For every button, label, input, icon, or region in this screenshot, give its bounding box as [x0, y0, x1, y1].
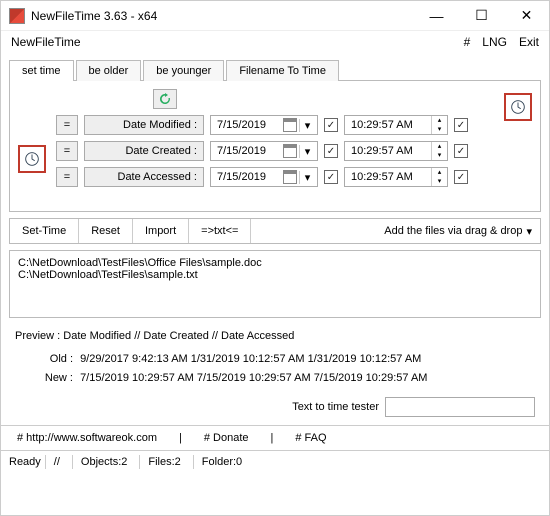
spinner-created[interactable]: ▴▾ — [431, 142, 447, 160]
maximize-button[interactable]: ☐ — [459, 1, 504, 31]
clock-icon-right[interactable] — [504, 93, 532, 121]
spinner-modified[interactable]: ▴▾ — [431, 116, 447, 134]
refresh-button[interactable] — [153, 89, 177, 109]
menu-exit[interactable]: Exit — [519, 35, 539, 49]
spinner-accessed[interactable]: ▴▾ — [431, 168, 447, 186]
menu-lng[interactable]: LNG — [482, 35, 507, 49]
chevron-down-icon: ▾ — [526, 225, 532, 238]
row-date-created: = Date Created : 7/15/2019 ▾ ✓ 10:29:57 … — [56, 141, 530, 161]
export-txt-button[interactable]: =>txt<= — [189, 219, 251, 243]
time-created-input[interactable]: 10:29:57 AM ▴▾ — [344, 141, 448, 161]
checkbox-date-accessed[interactable]: ✓ — [324, 170, 338, 184]
link-website[interactable]: # http://www.softwareok.com — [9, 430, 165, 446]
checkbox-time-created[interactable]: ✓ — [454, 144, 468, 158]
checkbox-time-accessed[interactable]: ✓ — [454, 170, 468, 184]
tab-be-older[interactable]: be older — [76, 60, 142, 81]
titlebar: NewFileTime 3.63 - x64 — ☐ ✕ — [1, 1, 549, 31]
tab-be-younger[interactable]: be younger — [143, 60, 224, 81]
menubar: NewFileTime # LNG Exit — [1, 31, 549, 53]
list-item[interactable]: C:\NetDownload\TestFiles\sample.txt — [18, 269, 532, 281]
old-label: Old : — [33, 350, 73, 369]
label-date-created: Date Created : — [84, 141, 204, 161]
action-toolbar: Set-Time Reset Import =>txt<= Add the fi… — [9, 218, 541, 244]
checkbox-time-modified[interactable]: ✓ — [454, 118, 468, 132]
minimize-button[interactable]: — — [414, 1, 459, 31]
date-created-input[interactable]: 7/15/2019 ▾ — [210, 141, 318, 161]
list-item[interactable]: C:\NetDownload\TestFiles\Office Files\sa… — [18, 257, 532, 269]
drag-drop-label: Add the files via drag & drop — [384, 225, 522, 237]
eq-created[interactable]: = — [56, 141, 78, 161]
calendar-icon — [283, 144, 297, 158]
menu-app-name[interactable]: NewFileTime — [11, 35, 464, 49]
drag-drop-menu[interactable]: Add the files via drag & drop ▾ — [376, 225, 540, 238]
calendar-icon — [283, 118, 297, 132]
calendar-icon — [283, 170, 297, 184]
time-accessed-value: 10:29:57 AM — [351, 171, 431, 183]
chevron-down-icon[interactable]: ▾ — [299, 171, 315, 184]
date-modified-value: 7/15/2019 — [217, 119, 283, 131]
checkbox-date-created[interactable]: ✓ — [324, 144, 338, 158]
status-objects: Objects:2 — [72, 455, 135, 469]
old-values: 9/29/2017 9:42:13 AM 1/31/2019 10:12:57 … — [80, 353, 421, 365]
clock-icon-left[interactable] — [18, 145, 46, 173]
eq-modified[interactable]: = — [56, 115, 78, 135]
tab-strip: set time be older be younger Filename To… — [9, 59, 541, 81]
checkbox-date-modified[interactable]: ✓ — [324, 118, 338, 132]
label-date-accessed: Date Accessed : — [84, 167, 204, 187]
text-to-time-input[interactable] — [385, 397, 535, 417]
text-to-time-label: Text to time tester — [292, 401, 379, 413]
app-icon — [9, 8, 25, 24]
status-bar: Ready // Objects:2 Files:2 Folder:0 — [1, 451, 549, 473]
row-date-modified: = Date Modified : 7/15/2019 ▾ ✓ 10:29:57… — [56, 115, 530, 135]
date-accessed-value: 7/15/2019 — [217, 171, 283, 183]
date-created-value: 7/15/2019 — [217, 145, 283, 157]
time-modified-input[interactable]: 10:29:57 AM ▴▾ — [344, 115, 448, 135]
set-time-button[interactable]: Set-Time — [10, 219, 79, 243]
date-accessed-input[interactable]: 7/15/2019 ▾ — [210, 167, 318, 187]
time-created-value: 10:29:57 AM — [351, 145, 431, 157]
preview-header: Preview : Date Modified // Date Created … — [1, 326, 549, 346]
chevron-down-icon[interactable]: ▾ — [299, 119, 315, 132]
link-bar: # http://www.softwareok.com | # Donate |… — [1, 425, 549, 451]
chevron-down-icon[interactable]: ▾ — [299, 145, 315, 158]
preview-values: Old : 9/29/2017 9:42:13 AM 1/31/2019 10:… — [1, 346, 549, 393]
status-sep: // — [45, 455, 68, 469]
new-label: New : — [33, 369, 73, 388]
row-date-accessed: = Date Accessed : 7/15/2019 ▾ ✓ 10:29:57… — [56, 167, 530, 187]
eq-accessed[interactable]: = — [56, 167, 78, 187]
new-values: 7/15/2019 10:29:57 AM 7/15/2019 10:29:57… — [80, 372, 427, 384]
window-title: NewFileTime 3.63 - x64 — [31, 9, 414, 23]
link-donate[interactable]: # Donate — [196, 430, 257, 446]
tab-set-time[interactable]: set time — [9, 60, 74, 81]
date-modified-input[interactable]: 7/15/2019 ▾ — [210, 115, 318, 135]
status-ready: Ready — [9, 456, 41, 468]
tab-panel-set-time: = Date Modified : 7/15/2019 ▾ ✓ 10:29:57… — [9, 81, 541, 212]
link-faq[interactable]: # FAQ — [287, 430, 334, 446]
reset-button[interactable]: Reset — [79, 219, 133, 243]
tab-filename-to-time[interactable]: Filename To Time — [226, 60, 339, 81]
file-list[interactable]: C:\NetDownload\TestFiles\Office Files\sa… — [9, 250, 541, 318]
import-button[interactable]: Import — [133, 219, 189, 243]
status-files: Files:2 — [139, 455, 188, 469]
status-folder: Folder:0 — [193, 455, 250, 469]
time-modified-value: 10:29:57 AM — [351, 119, 431, 131]
time-accessed-input[interactable]: 10:29:57 AM ▴▾ — [344, 167, 448, 187]
label-date-modified: Date Modified : — [84, 115, 204, 135]
menu-hash[interactable]: # — [464, 35, 471, 49]
close-button[interactable]: ✕ — [504, 1, 549, 31]
